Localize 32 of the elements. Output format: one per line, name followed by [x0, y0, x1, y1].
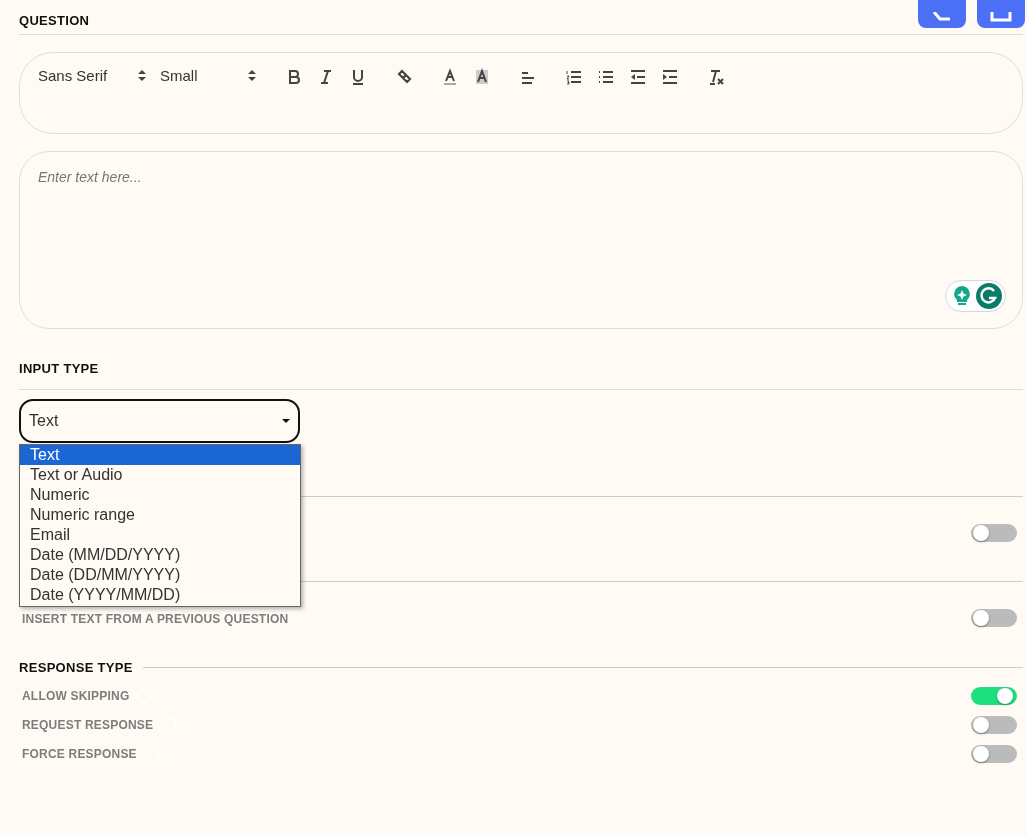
section-heading: INPUT TYPE — [19, 361, 99, 376]
dropdown-option[interactable]: Date (DD/MM/YYYY) — [20, 565, 300, 585]
section-heading: RESPONSE TYPE — [19, 660, 133, 675]
dropdown-option[interactable]: Numeric range — [20, 505, 300, 525]
text-editor[interactable]: Enter text here... — [19, 151, 1023, 329]
font-dropdown[interactable]: Sans Serif — [38, 65, 146, 86]
toggle-switch[interactable] — [971, 524, 1017, 542]
section-heading: QUESTION — [19, 13, 90, 28]
dropdown-option[interactable]: Email — [20, 525, 300, 545]
dropdown-option[interactable]: Text or Audio — [20, 465, 300, 485]
toggle-switch[interactable] — [971, 609, 1017, 627]
sort-arrows-icon — [248, 70, 256, 81]
save-button[interactable] — [977, 0, 1025, 28]
dropdown-option[interactable]: Date (YYYY/MM/DD) — [20, 585, 300, 605]
size-dropdown[interactable]: Small — [160, 65, 256, 86]
dropdown-option[interactable]: Date (MM/DD/YYYY) — [20, 545, 300, 565]
placeholder-text: Enter text here... — [38, 169, 142, 185]
dropdown-option[interactable]: Text — [20, 445, 300, 465]
grammar-icon[interactable] — [976, 283, 1002, 309]
setting-label: INSERT TEXT FROM A PREVIOUS QUESTION — [22, 612, 289, 626]
dropdown-option[interactable]: Numeric — [20, 485, 300, 505]
caret-icon — [282, 419, 290, 423]
edit-button[interactable] — [918, 0, 966, 28]
setting-label: REQUEST RESPONSE — [22, 717, 154, 732]
setting-label: FORCE RESPONSE — [22, 746, 137, 761]
lightbulb-icon[interactable] — [952, 285, 972, 307]
sort-arrows-icon — [138, 70, 146, 81]
toggle-switch[interactable] — [971, 715, 1017, 734]
setting-label: ALLOW SKIPPING — [22, 688, 130, 703]
toggle-switch[interactable] — [971, 744, 1017, 763]
box-icon — [989, 12, 1013, 22]
toggle-switch[interactable] — [971, 686, 1017, 705]
